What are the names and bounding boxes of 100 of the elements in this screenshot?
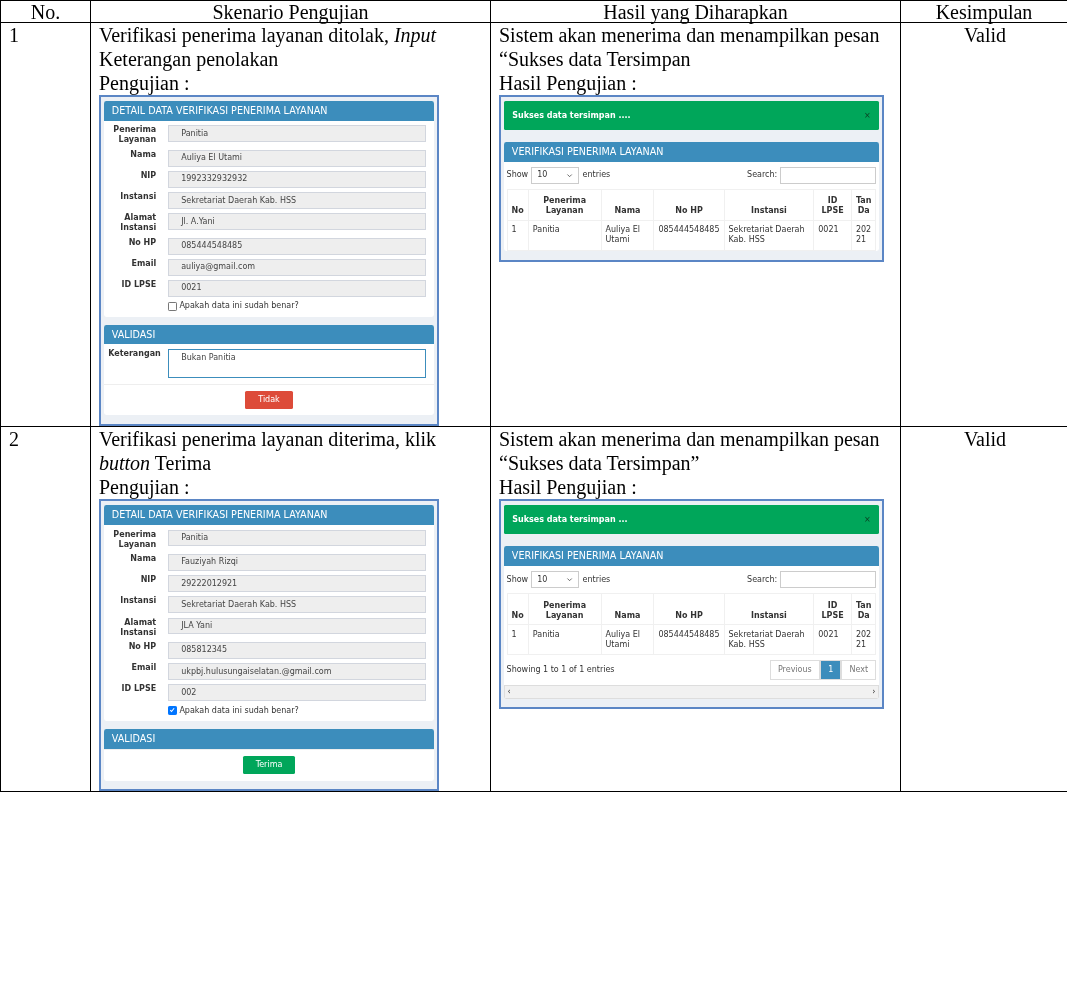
panel-title: VALIDASI xyxy=(104,324,434,345)
input-field[interactable]: 085444548485 xyxy=(168,237,426,255)
column-header[interactable]: Nama xyxy=(601,189,654,221)
field-label: Nama xyxy=(129,149,157,160)
column-header[interactable]: No xyxy=(507,189,529,221)
input-field[interactable]: 1992332932932 xyxy=(168,171,426,188)
input-field[interactable]: ukpbj.hulusungaiselatan.@gmail.com xyxy=(168,663,426,680)
column-header[interactable]: No HP xyxy=(653,593,724,625)
table-cell: Sekretariat Daerah Kab. HSS xyxy=(724,624,814,655)
pagination-button[interactable]: 1 xyxy=(819,660,842,681)
input-field[interactable]: 002 xyxy=(168,684,426,702)
chevron-down-icon xyxy=(566,171,574,179)
column-header: No. xyxy=(0,0,91,23)
column-header[interactable]: Penerima Layanan xyxy=(528,189,601,221)
input-field[interactable]: auliya@gmail.com xyxy=(168,258,426,276)
column-header[interactable]: Tan Da xyxy=(851,189,876,221)
alert-message: Sukses data tersimpan ... xyxy=(512,514,628,525)
checkbox[interactable] xyxy=(168,706,177,715)
input-field[interactable]: 0021 xyxy=(168,280,426,297)
panel-title: DETAIL DATA VERIFIKASI PENERIMA LAYANAN xyxy=(104,101,434,121)
entries-label: entries xyxy=(582,574,611,585)
panel-title: VALIDASI xyxy=(104,729,434,749)
input-field[interactable]: Auliya El Utami xyxy=(168,149,426,167)
pagination-button[interactable]: Next xyxy=(841,660,877,681)
field-label: NIP xyxy=(139,171,157,181)
close-button[interactable]: × xyxy=(864,514,871,525)
close-button[interactable]: × xyxy=(864,110,871,121)
field-label: NIP xyxy=(139,575,157,586)
entries-info: Showing 1 to 1 of 1 entries xyxy=(506,665,615,676)
field-label: ID LPSE xyxy=(120,684,157,695)
table-cell: Panitia xyxy=(528,624,601,655)
field-label: No HP xyxy=(127,237,157,248)
expected-text: Sistem akan menerima dan menampilkan pesan “Sukses data Tersimpan xyxy=(499,24,881,71)
column-header[interactable]: No xyxy=(507,593,529,625)
table-cell: Auliya El Utami xyxy=(601,624,654,655)
submit-button[interactable]: Tidak xyxy=(245,391,293,410)
column-header[interactable]: No HP xyxy=(653,189,724,221)
scenario-text: Verifikasi penerima layanan ditolak, Input Keterangan penolakan xyxy=(99,24,438,71)
input-field[interactable]: Panitia xyxy=(168,125,426,143)
input-field[interactable]: Fauziyah Rizqi xyxy=(168,554,426,571)
field-label: Instansi xyxy=(119,596,157,607)
checkbox-label: Apakah data ini sudah benar? xyxy=(179,705,299,716)
search-field[interactable] xyxy=(780,166,877,185)
table-cell: 0021 xyxy=(813,220,852,251)
column-header[interactable]: ID LPSE xyxy=(813,593,852,625)
panel-title: VERIFIKASI PENERIMA LAYANAN xyxy=(504,142,879,162)
table-cell: 085444548485 xyxy=(653,220,724,251)
alert-message: Sukses data tersimpan .... xyxy=(512,110,631,121)
input-field[interactable]: 085812345 xyxy=(168,642,426,659)
text-area[interactable]: Bukan Panitia xyxy=(168,349,426,379)
column-header[interactable]: Penerima Layanan xyxy=(528,593,601,625)
column-header: Skenario Pengujian xyxy=(90,0,491,23)
table-cell: 202 21 xyxy=(851,220,876,251)
column-header[interactable]: Tan Da xyxy=(851,593,876,625)
input-field[interactable]: 29222012921 xyxy=(168,575,426,593)
horizontal-scrollbar[interactable]: ‹ › xyxy=(504,685,879,699)
column-header: Kesimpulan xyxy=(900,0,1067,23)
scroll-right-arrow[interactable]: › xyxy=(872,686,876,697)
field-label: Instansi xyxy=(119,192,157,203)
table-cell: 1 xyxy=(507,624,529,655)
field-label: Alamat Instansi xyxy=(119,617,157,638)
entries-label: entries xyxy=(582,170,611,181)
field-label: Email xyxy=(130,258,157,269)
checkbox[interactable] xyxy=(168,301,177,311)
table-cell: Auliya El Utami xyxy=(601,220,654,251)
checkbox-label: Apakah data ini sudah benar? xyxy=(179,301,299,312)
field-label: No HP xyxy=(127,642,157,652)
table-cell: 085444548485 xyxy=(653,624,724,655)
scroll-left-arrow[interactable]: ‹ xyxy=(507,686,511,697)
show-label: Show xyxy=(506,574,529,585)
input-field[interactable]: Jl. A.Yani xyxy=(168,213,426,231)
table-cell: 1 xyxy=(0,22,91,427)
table-cell: 1 xyxy=(507,220,529,251)
input-field[interactable]: Panitia xyxy=(168,529,426,547)
test-label: Pengujian : xyxy=(99,71,191,95)
test-label: Pengujian : xyxy=(99,475,191,500)
result-label: Hasil Pengujian : xyxy=(499,475,638,500)
pagination-button[interactable]: Previous xyxy=(769,660,820,681)
field-label: Penerima Layanan xyxy=(112,529,157,550)
result-label: Hasil Pengujian : xyxy=(499,71,638,95)
panel-title: DETAIL DATA VERIFIKASI PENERIMA LAYANAN xyxy=(104,505,434,525)
column-header[interactable]: Nama xyxy=(601,593,654,625)
input-field[interactable]: JLA Yani xyxy=(168,617,426,635)
table-cell: 202 21 xyxy=(851,624,876,655)
input-field[interactable]: Sekretariat Daerah Kab. HSS xyxy=(168,192,426,209)
input-field[interactable]: Sekretariat Daerah Kab. HSS xyxy=(168,596,426,614)
expected-text: Sistem akan menerima dan menampilkan pesan “Sukses data Tersimpan” xyxy=(499,427,881,476)
field-label: Email xyxy=(130,663,157,674)
page-size-select[interactable]: 10 xyxy=(531,167,580,184)
table-cell: 2 xyxy=(0,426,91,792)
column-header[interactable]: Instansi xyxy=(724,593,814,625)
field-label: Alamat Instansi xyxy=(119,213,157,234)
search-field[interactable] xyxy=(780,570,877,589)
column-header[interactable]: Instansi xyxy=(724,189,814,221)
table-cell: Sekretariat Daerah Kab. HSS xyxy=(724,220,814,251)
field-label: ID LPSE xyxy=(120,280,157,291)
page-size-select[interactable]: 10 xyxy=(531,571,580,589)
search-label: Search: xyxy=(747,170,778,181)
column-header[interactable]: ID LPSE xyxy=(813,189,852,221)
show-label: Show xyxy=(506,170,529,181)
